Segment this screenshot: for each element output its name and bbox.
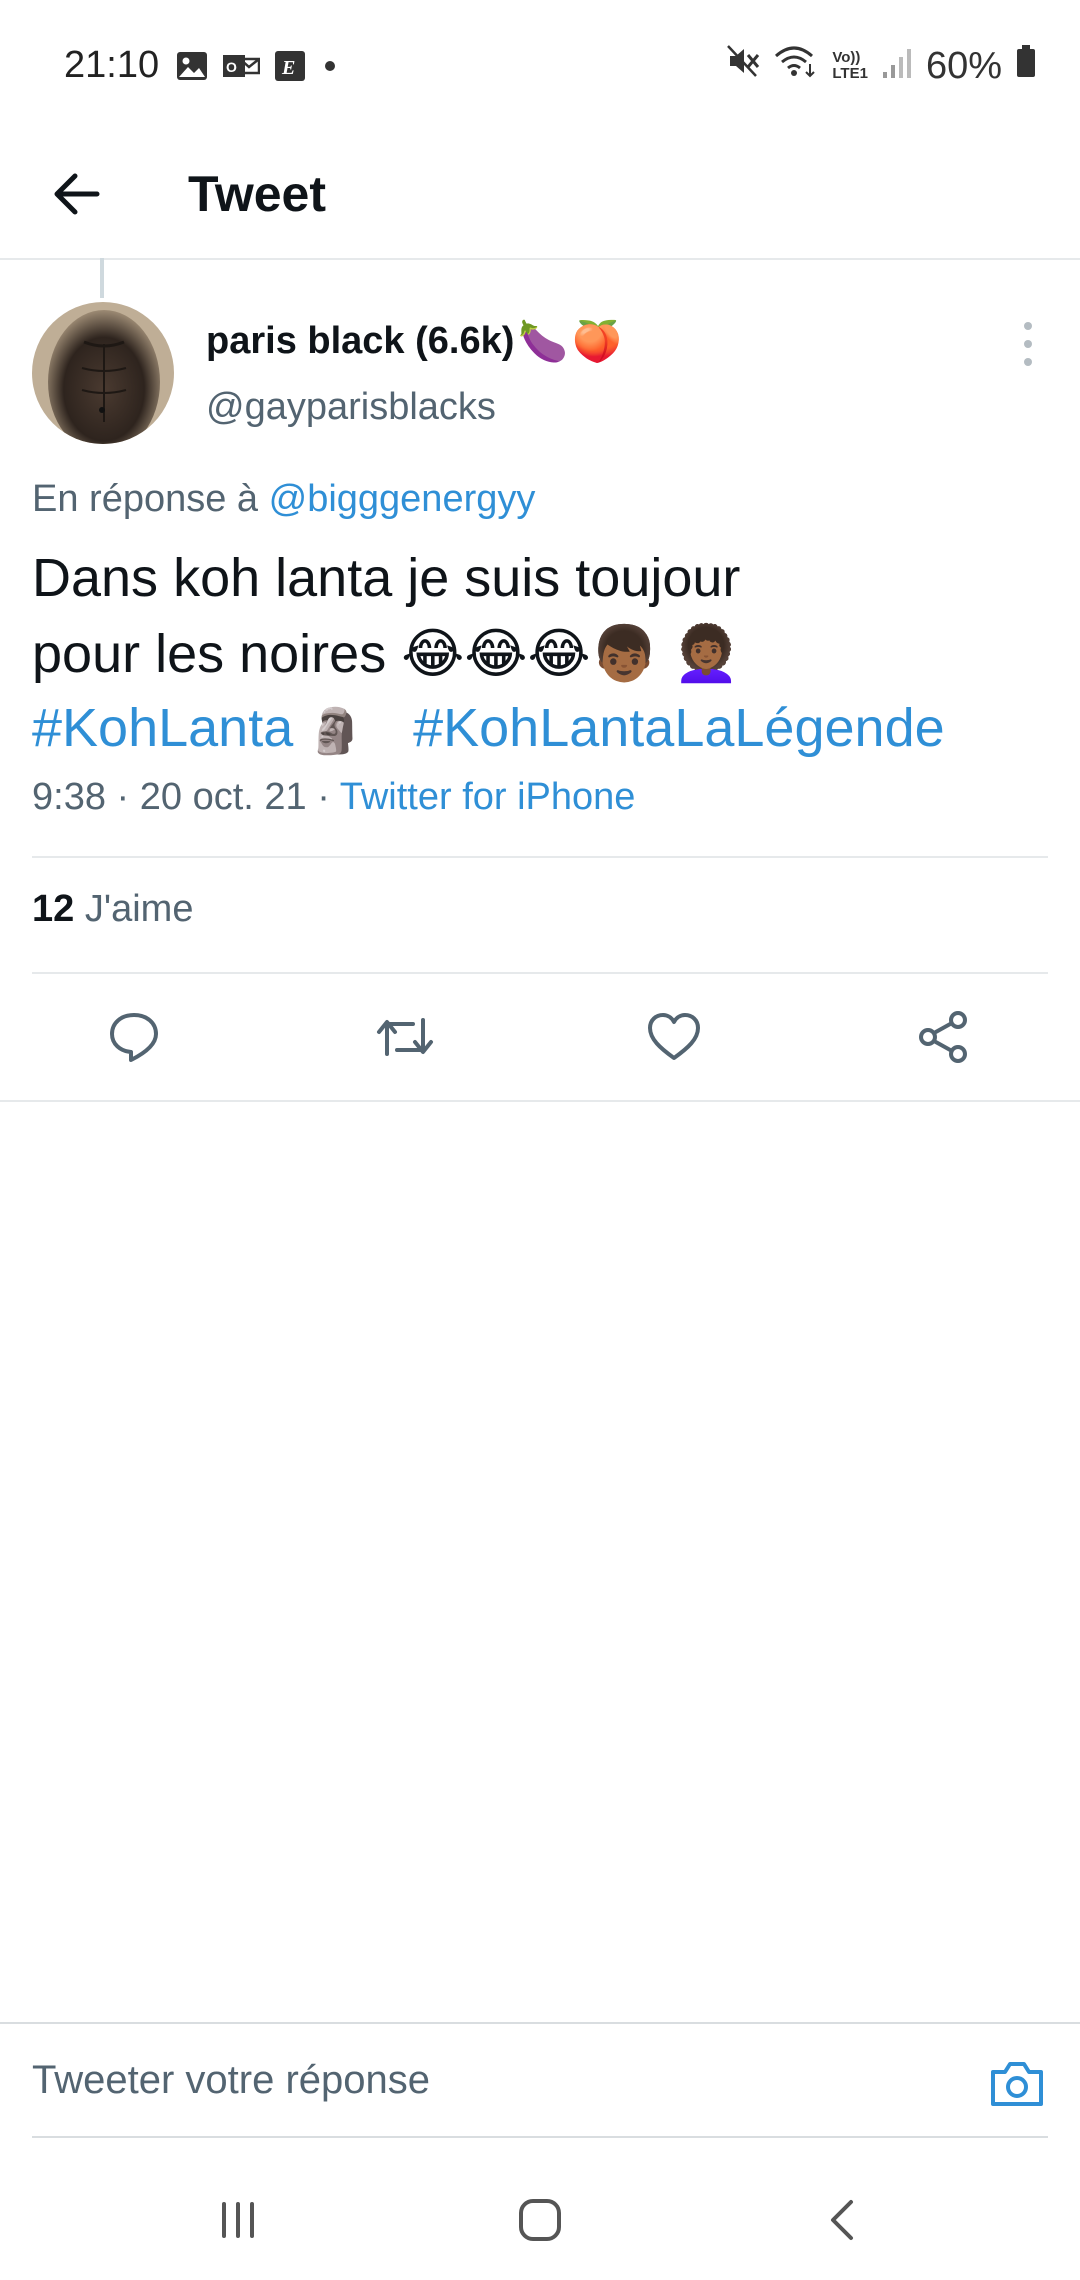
- share-button[interactable]: [910, 1004, 976, 1070]
- mail-icon: O: [222, 51, 261, 86]
- hashtag-link[interactable]: #KohLanta: [32, 698, 293, 758]
- tweet-meta: 9:38 · 20 oct. 21 · Twitter for iPhone: [32, 776, 636, 818]
- tweet-text: Dans koh lanta je suis toujour pour les …: [32, 540, 1042, 692]
- system-navigation-bar: [0, 2160, 1080, 2280]
- avatar[interactable]: [32, 302, 174, 444]
- chevron-left-icon: [831, 2200, 853, 2240]
- laughing-emoji: 😂: [401, 624, 465, 684]
- reply-icon: [110, 1013, 158, 1062]
- signal-icon: [882, 45, 912, 88]
- divider: [0, 1100, 1080, 1102]
- share-icon: [919, 1011, 967, 1063]
- system-icons: Vo)) LTE1 60%: [726, 44, 1036, 88]
- hashtag-emoji: 🗿: [308, 707, 364, 756]
- status-bar: 21:10 O E Vo)) LTE1 60%: [0, 0, 1080, 130]
- tweet-text-line-2: pour les noires 😂😂😂👦🏾 👩🏾‍🦱: [32, 624, 741, 684]
- eggplant-emoji: 🍆: [518, 320, 569, 364]
- boy-emoji: 👦🏾: [590, 624, 658, 684]
- app-e-icon: E: [274, 50, 306, 87]
- retweet-button[interactable]: [372, 1004, 438, 1070]
- tweet-hashtags: #KohLanta 🗿 #KohLantaLaLégende: [32, 690, 945, 770]
- back-button[interactable]: [40, 158, 112, 230]
- camera-button[interactable]: [984, 2050, 1050, 2116]
- tweet-date[interactable]: 20 oct. 21: [140, 776, 307, 818]
- status-time: 21:10: [64, 44, 160, 86]
- svg-text:E: E: [281, 57, 295, 79]
- home-icon: [519, 2199, 561, 2241]
- more-dot-icon: [1024, 322, 1032, 330]
- reply-input[interactable]: Tweeter votre réponse: [32, 2058, 430, 2103]
- reply-context: En réponse à @bigggenergyy: [32, 478, 535, 521]
- tweet-source-link[interactable]: Twitter for iPhone: [340, 776, 636, 818]
- hashtag-link[interactable]: #KohLantaLaLégende: [413, 698, 945, 758]
- like-button[interactable]: [641, 1004, 707, 1070]
- battery-text: 60%: [925, 44, 1002, 87]
- thread-connector-line: [100, 258, 104, 298]
- reply-prefix: En réponse à: [32, 478, 259, 520]
- image-icon: [176, 51, 208, 86]
- recent-apps-button[interactable]: [198, 2190, 278, 2250]
- laughing-emoji: 😂: [527, 624, 591, 684]
- recent-apps-icon: [222, 2202, 254, 2238]
- author-handle[interactable]: @gayparisblacks: [206, 386, 496, 429]
- reply-button[interactable]: [101, 1004, 167, 1070]
- tweet-actions-bar: [0, 974, 1080, 1100]
- reply-mention-link[interactable]: @bigggenergyy: [269, 478, 536, 520]
- more-options-button[interactable]: [1012, 322, 1044, 366]
- back-nav-button[interactable]: [802, 2190, 882, 2250]
- like-count-number: 12: [32, 888, 75, 930]
- laughing-emoji: 😂: [464, 624, 528, 684]
- author-display-name[interactable]: paris black (6.6k) 🍆 🍑: [206, 318, 622, 365]
- arrow-left-icon: [54, 173, 100, 215]
- mute-icon: [726, 44, 760, 88]
- reply-composer-bar: Tweeter votre réponse: [0, 2022, 1080, 2140]
- battery-icon: [1016, 44, 1036, 88]
- reply-input-underline: [32, 2136, 1048, 2138]
- home-button[interactable]: [500, 2190, 580, 2250]
- svg-text:O: O: [226, 59, 237, 75]
- camera-icon: [991, 2062, 1043, 2106]
- more-dot-icon: [1024, 358, 1032, 366]
- tweet-text-line-1: Dans koh lanta je suis toujour: [32, 548, 741, 608]
- author-name-text: paris black (6.6k): [206, 320, 515, 362]
- peach-emoji: 🍑: [572, 320, 623, 364]
- notification-icons: O E: [176, 48, 340, 88]
- volte-icon: Vo)) LTE1: [832, 49, 868, 82]
- dot-icon: [320, 56, 340, 81]
- likes-count[interactable]: 12 J'aime: [32, 888, 193, 931]
- like-count-label: J'aime: [84, 888, 194, 930]
- page-title: Tweet: [188, 166, 326, 222]
- woman-curly-hair-emoji: 👩🏾‍🦱: [672, 624, 741, 684]
- top-app-bar: Tweet: [0, 130, 1080, 260]
- tweet-time[interactable]: 9:38: [32, 776, 106, 818]
- wifi-icon: [774, 44, 818, 88]
- divider: [32, 856, 1048, 858]
- more-dot-icon: [1024, 340, 1032, 348]
- retweet-icon: [377, 1018, 433, 1056]
- heart-icon: [648, 1013, 700, 1060]
